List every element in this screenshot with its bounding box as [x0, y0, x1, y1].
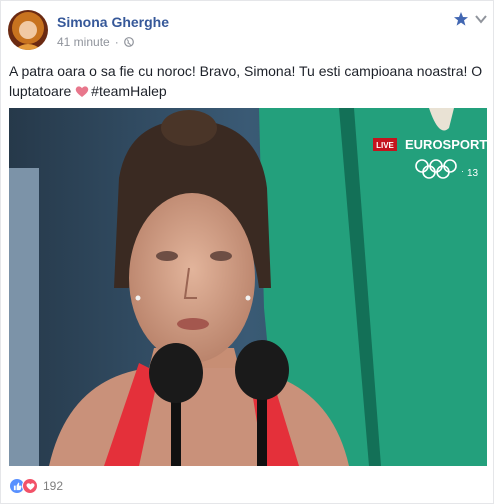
channel-number: 13	[467, 168, 479, 179]
reaction-count[interactable]: 192	[43, 479, 63, 493]
heart-icon	[75, 86, 89, 97]
live-badge: LIVE	[376, 141, 394, 150]
love-icon	[22, 478, 38, 494]
reactions-bar[interactable]: 192	[9, 478, 63, 494]
post-author-link[interactable]: Simona Gherghe	[57, 14, 169, 30]
channel-logo: EUROSPORT	[405, 137, 487, 152]
hashtag-link[interactable]: #teamHalep	[91, 83, 167, 99]
avatar[interactable]	[8, 10, 48, 50]
post-meta: 41 minute ·	[57, 35, 134, 49]
post-photo[interactable]: LIVE EUROSPORT · 13	[9, 108, 487, 466]
feed-post: Simona Gherghe 41 minute · A patra oara …	[0, 0, 494, 504]
post-timestamp[interactable]: 41 minute	[57, 35, 110, 49]
star-icon[interactable]	[453, 11, 469, 27]
meta-separator: ·	[114, 35, 119, 49]
chevron-down-icon[interactable]	[475, 14, 487, 24]
svg-text:·: ·	[461, 166, 464, 176]
globe-icon[interactable]	[123, 37, 134, 47]
post-text: A patra oara o sa fie cu noroc! Bravo, S…	[9, 61, 487, 101]
